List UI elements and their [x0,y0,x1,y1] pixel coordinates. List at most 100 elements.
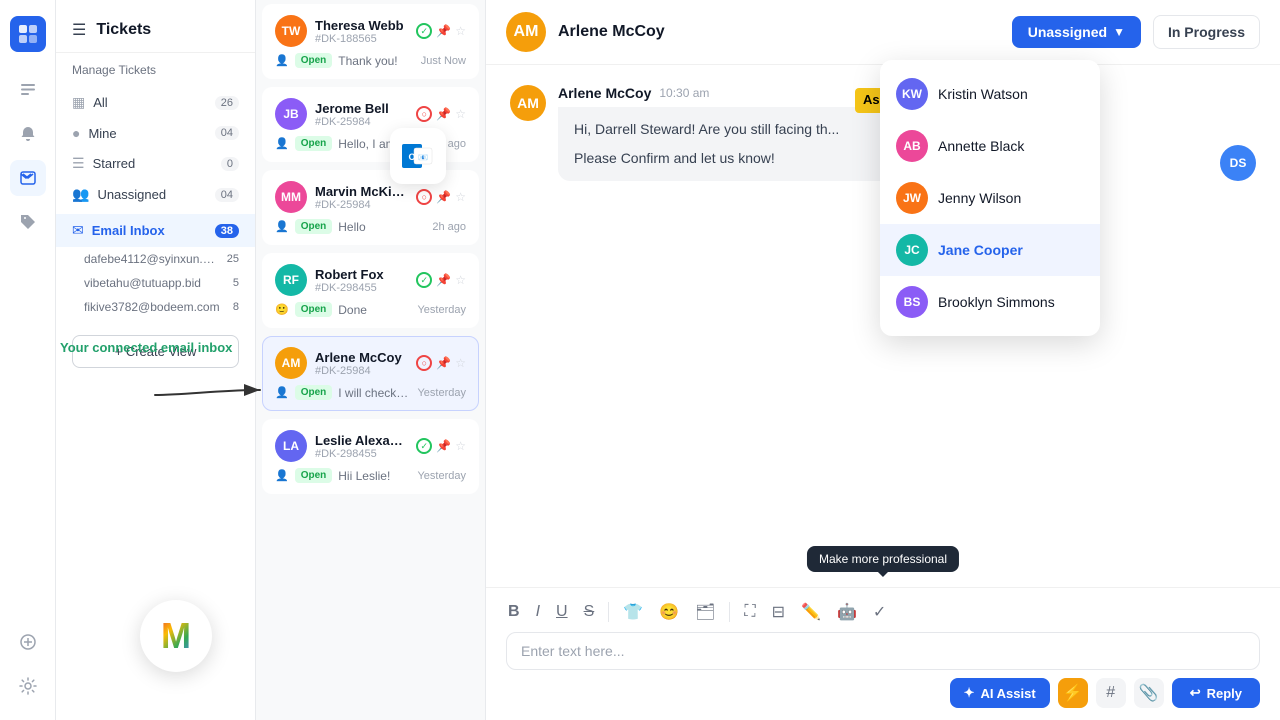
ticket-card-1[interactable]: JB Jerome Bell #DK-25984 ○ 📌 ☆ 👤 Open He… [262,87,479,162]
dropdown-item-0[interactable]: KW Kristin Watson [880,68,1100,120]
shrink-button[interactable]: ⊟ [770,600,787,624]
robot-button[interactable]: 🤖 [835,600,859,624]
star-1[interactable]: ☆ [455,107,466,121]
attach-button[interactable]: 📎 [1134,678,1164,708]
darrell-avatar: DS [1220,145,1256,181]
nav-icon-inbox[interactable] [10,160,46,196]
hash-button[interactable]: # [1096,678,1126,708]
sub-inbox-1[interactable]: vibetahu@tutuapp.bid 5 [56,271,255,295]
star-2[interactable]: ☆ [455,190,466,204]
ticket-card-2[interactable]: MM Marvin McKinney #DK-25984 ○ 📌 ☆ 👤 Ope… [262,170,479,245]
open-badge-4: Open [295,385,333,400]
sub-inbox-2[interactable]: fikive3782@bodeem.com 8 [56,295,255,319]
gmail-float[interactable]: M [140,600,212,672]
time-3: Yesterday [417,304,466,316]
status-dot-0: ✓ [416,23,432,39]
nav-starred[interactable]: ☰ Starred 0 [56,148,255,179]
open-badge-1: Open [295,136,333,151]
svg-text:O: O [408,152,415,162]
bold-button[interactable]: B [506,601,522,623]
star-3[interactable]: ☆ [455,273,466,287]
lightning-button[interactable]: ⚡ [1058,678,1088,708]
pin-0[interactable]: 📌 [436,24,451,38]
ticket-card-3[interactable]: RF Robert Fox #DK-298455 ✓ 📌 ☆ 🙂 Open Do… [262,253,479,328]
nav-mine-count: 04 [215,126,239,140]
ticket-id-3: #DK-298455 [315,282,408,294]
open-badge-0: Open [295,53,333,68]
pin-3[interactable]: 📌 [436,273,451,287]
nav-icon-tag[interactable] [10,204,46,240]
check-button[interactable]: ✓ [871,600,888,624]
reply-send-button[interactable]: ↩ Reply [1172,678,1260,708]
pin-2[interactable]: 📌 [436,190,451,204]
message-time-0: 10:30 am [659,86,709,100]
pen-button[interactable]: ✏️ [799,600,823,624]
nav-unassigned-label: Unassigned [97,187,206,202]
star-0[interactable]: ☆ [455,24,466,38]
ticket-card-0[interactable]: TW Theresa Webb #DK-188565 ✓ 📌 ☆ 👤 Open … [262,4,479,79]
dropdown-name-2: Jenny Wilson [938,190,1021,206]
strikethrough-button[interactable]: S [582,601,597,623]
star-4[interactable]: ☆ [455,356,466,370]
time-2: 2h ago [432,221,466,233]
underline-button[interactable]: U [554,601,570,623]
outlook-float[interactable]: 📧 O [390,128,446,184]
nav-icon-settings[interactable] [10,668,46,704]
ai-assist-button[interactable]: ✦ AI Assist [950,678,1050,708]
dropdown-name-0: Kristin Watson [938,86,1028,102]
ticket-avatar-2: MM [275,181,307,213]
pin-1[interactable]: 📌 [436,107,451,121]
image-button[interactable]: 🗂 [693,600,717,624]
ticket-card-4[interactable]: AM Arlene McCoy #DK-25984 ○ 📌 ☆ 👤 Open I… [262,336,479,411]
italic-button[interactable]: I [534,601,542,623]
sub-email-2: fikive3782@bodeem.com [84,300,225,314]
tickets-title: Tickets [96,21,151,39]
nav-unassigned[interactable]: 👥 Unassigned 04 [56,179,255,210]
ticket-id-2: #DK-25984 [315,199,408,211]
dropdown-name-4: Brooklyn Simmons [938,294,1055,310]
dropdown-item-2[interactable]: JW Jenny Wilson [880,172,1100,224]
status-dot-2: ○ [416,189,432,205]
email-inbox-item[interactable]: ✉ Email Inbox 38 [56,214,255,247]
preview-0: Thank you! [338,54,414,68]
ai-tooltip: Make more professional [807,546,959,572]
time-5: Yesterday [417,470,466,482]
emoji-button[interactable]: 😊 [657,600,681,624]
nav-icon-bell[interactable] [10,116,46,152]
nav-icon-tickets[interactable] [10,72,46,108]
sub-inbox-0[interactable]: dafebe4112@syinxun.com 25 [56,247,255,271]
dropdown-item-3[interactable]: JC Jane Cooper [880,224,1100,276]
pin-5[interactable]: 📌 [436,439,451,453]
nav-icon-link[interactable] [10,624,46,660]
ticket-name-0: Theresa Webb [315,18,408,33]
nav-starred-label: Starred [93,156,213,171]
reply-input[interactable] [521,643,1245,659]
sub-count-0: 25 [227,253,239,265]
chat-topbar: AM Arlene McCoy Unassigned ▼ In Progress [486,0,1280,65]
nav-mine[interactable]: ● Mine 04 [56,118,255,148]
starred-icon: ☰ [72,155,85,172]
icon-sidebar [0,0,56,720]
ticket-list-panel: TW Theresa Webb #DK-188565 ✓ 📌 ☆ 👤 Open … [256,0,486,720]
expand-button[interactable]: ⛶ [742,601,757,623]
dropdown-item-1[interactable]: AB Annette Black [880,120,1100,172]
dropdown-avatar-4: BS [896,286,928,318]
dropdown-item-4[interactable]: BS Brooklyn Simmons [880,276,1100,328]
nav-all[interactable]: ▦ All 26 [56,87,255,118]
tickets-header: ☰ Tickets [56,0,255,53]
shirt-button[interactable]: 👕 [621,600,645,624]
in-progress-badge: In Progress [1153,15,1260,49]
pin-4[interactable]: 📌 [436,356,451,370]
status-dot-4: ○ [416,355,432,371]
menu-icon[interactable]: ☰ [72,20,86,40]
ticket-name-2: Marvin McKinney [315,184,408,199]
email-inbox-section: ✉ Email Inbox 38 dafebe4112@syinxun.com … [56,214,255,319]
star-5[interactable]: ☆ [455,439,466,453]
unassigned-button[interactable]: Unassigned ▼ [1012,16,1141,48]
nav-all-count: 26 [215,96,239,110]
ticket-avatar-4: AM [275,347,307,379]
footer-icon-5: 👤 [275,469,289,482]
open-badge-3: Open [295,302,333,317]
ticket-name-3: Robert Fox [315,267,408,282]
ticket-card-5[interactable]: LA Leslie Alexander #DK-298455 ✓ 📌 ☆ 👤 O… [262,419,479,494]
